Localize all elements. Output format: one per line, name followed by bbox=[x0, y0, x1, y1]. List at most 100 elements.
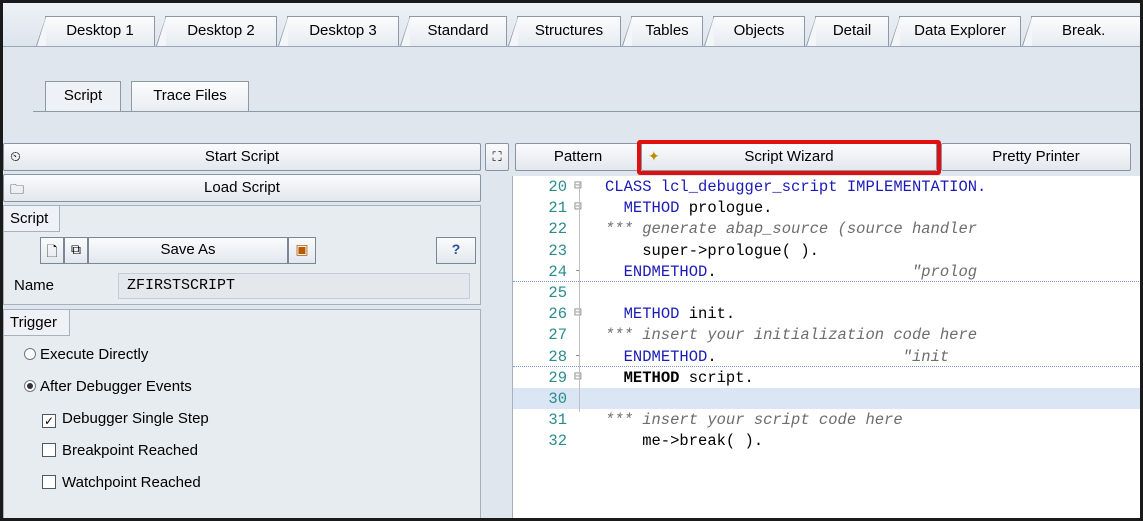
tab-data-explorer[interactable]: Data Explorer bbox=[890, 16, 1021, 46]
tab-detail[interactable]: Detail bbox=[806, 16, 889, 46]
code-line[interactable]: 27 *** insert your initialization code he… bbox=[513, 324, 1140, 345]
tab-objects[interactable]: Objects bbox=[704, 16, 805, 46]
code-line[interactable]: 29 ⊟ METHOD script. bbox=[513, 367, 1140, 388]
code-line[interactable]: 32 me->break( ). bbox=[513, 430, 1140, 451]
line-number: 30 bbox=[548, 390, 567, 408]
code-token: ENDMETHOD bbox=[623, 262, 708, 281]
tab-structures[interactable]: Structures bbox=[508, 16, 621, 46]
code-token: prologue. bbox=[679, 199, 773, 218]
debugger-window: Desktop 1 Desktop 2 Desktop 3 Standard S… bbox=[0, 0, 1143, 521]
copy-icon: ⧉ bbox=[71, 241, 81, 257]
trigger-group-title: Trigger bbox=[4, 310, 70, 336]
code-text: *** insert your initialization code here bbox=[605, 326, 977, 344]
code-text: METHOD init. bbox=[605, 305, 736, 324]
watchpoint-reached-checkbox[interactable]: Watchpoint Reached bbox=[42, 474, 201, 491]
trigger-group: Trigger Execute Directly After Debugger … bbox=[3, 309, 481, 518]
fold-guide bbox=[579, 182, 580, 412]
save-as-button[interactable]: Save As bbox=[88, 237, 288, 264]
checkbox-unchecked bbox=[42, 475, 56, 489]
tab-breakpoints[interactable]: Break. bbox=[1022, 16, 1140, 46]
new-script-button[interactable]: 🗋 bbox=[40, 237, 64, 264]
code-text: me->break( ). bbox=[605, 432, 763, 450]
line-number: 25 bbox=[548, 284, 567, 302]
tab-script[interactable]: Script bbox=[45, 81, 121, 112]
start-script-label: Start Script bbox=[204, 148, 280, 165]
code-line[interactable]: 20 ⊟ CLASS lcl_debugger_script IMPLEMENTAT… bbox=[513, 176, 1140, 197]
tab-standard[interactable]: Standard bbox=[400, 16, 507, 46]
fold-marker-icon[interactable]: - bbox=[574, 263, 594, 278]
line-number: 28 bbox=[548, 347, 567, 366]
fold-marker-icon[interactable]: ⊟ bbox=[574, 305, 594, 320]
code-token: METHOD bbox=[623, 199, 680, 218]
code-line[interactable]: 24- ENDMETHOD. "prolog bbox=[513, 261, 1140, 282]
code-text: METHOD prologue. bbox=[605, 199, 773, 218]
code-editor[interactable]: 20 ⊟ CLASS lcl_debugger_script IMPLEMENTAT… bbox=[512, 176, 1140, 518]
expand-button[interactable]: ⛶ bbox=[485, 143, 509, 171]
code-text: METHOD script. bbox=[605, 369, 754, 387]
folder-icon: 🗀 bbox=[10, 181, 24, 197]
clock-icon: ⏲ bbox=[10, 148, 21, 164]
checkbox-unchecked bbox=[42, 443, 56, 457]
load-script-button[interactable]: 🗀 Load Script bbox=[3, 174, 481, 202]
code-text: ENDMETHOD. "init bbox=[605, 347, 950, 366]
line-number: 26 bbox=[548, 305, 567, 324]
after-debugger-events-label: After Debugger Events bbox=[40, 378, 192, 395]
copy-script-button[interactable]: ⧉ bbox=[64, 237, 88, 264]
code-token: script. bbox=[679, 368, 754, 387]
breakpoint-reached-checkbox[interactable]: Breakpoint Reached bbox=[42, 442, 198, 459]
code-line[interactable]: 31 *** insert your script code here bbox=[513, 409, 1140, 430]
script-name-field[interactable]: ZFIRSTSCRIPT bbox=[118, 273, 470, 299]
code-token: ENDMETHOD bbox=[623, 347, 708, 366]
pattern-label: Pattern bbox=[553, 148, 603, 165]
watchpoint-reached-label: Watchpoint Reached bbox=[62, 474, 201, 491]
debugger-single-step-checkbox[interactable]: ✓ Debugger Single Step bbox=[42, 410, 209, 428]
execute-directly-radio[interactable]: Execute Directly bbox=[24, 346, 148, 363]
tab-desktop-1[interactable]: Desktop 1 bbox=[36, 16, 155, 46]
code-line[interactable]: 23 super->prologue( ). bbox=[513, 240, 1140, 261]
after-debugger-events-radio[interactable]: After Debugger Events bbox=[24, 378, 192, 395]
fold-marker-icon[interactable]: ⊟ bbox=[574, 369, 594, 384]
line-number: 32 bbox=[548, 432, 567, 451]
code-token: init. bbox=[679, 305, 736, 324]
fold-marker-icon[interactable]: ⊟ bbox=[574, 199, 594, 214]
script-group-title: Script bbox=[4, 206, 60, 232]
load-script-label: Load Script bbox=[204, 179, 280, 196]
pattern-button[interactable]: Pattern bbox=[515, 143, 641, 171]
line-number: 27 bbox=[548, 326, 567, 345]
execute-directly-label: Execute Directly bbox=[40, 346, 149, 363]
code-token: . bbox=[707, 347, 903, 366]
code-token: CLASS lcl_debugger_script IMPLEMENTATION… bbox=[605, 178, 987, 196]
code-line[interactable]: 26 ⊟ METHOD init. bbox=[513, 303, 1140, 324]
tab-trace-files[interactable]: Trace Files bbox=[131, 81, 249, 111]
debugger-single-step-label: Debugger Single Step bbox=[62, 410, 209, 427]
fold-marker-icon[interactable]: ⊟ bbox=[574, 178, 594, 193]
code-line[interactable]: 28- ENDMETHOD. "init bbox=[513, 346, 1140, 367]
line-number: 20 bbox=[548, 178, 567, 196]
tab-desktop-2[interactable]: Desktop 2 bbox=[156, 16, 277, 46]
save-button[interactable]: ▣ bbox=[288, 237, 316, 264]
subtab-divider bbox=[33, 111, 1140, 112]
line-number: 24 bbox=[548, 262, 567, 281]
new-document-icon: 🗋 bbox=[46, 243, 58, 259]
tab-tables[interactable]: Tables bbox=[622, 16, 703, 46]
breakpoint-reached-label: Breakpoint Reached bbox=[62, 442, 198, 459]
line-number: 31 bbox=[548, 411, 567, 430]
fold-marker-icon[interactable]: - bbox=[574, 348, 594, 363]
highlight-box bbox=[637, 140, 941, 175]
script-group: Script 🗋 ⧉ Save As ▣ ? Name ZFIRSTSCRIPT bbox=[3, 205, 481, 305]
code-line[interactable]: 25 bbox=[513, 282, 1140, 303]
desktop-tab-bar: Desktop 1 Desktop 2 Desktop 3 Standard S… bbox=[3, 3, 1140, 47]
tab-desktop-3[interactable]: Desktop 3 bbox=[278, 16, 399, 46]
start-script-button[interactable]: ⏲ Start Script bbox=[3, 143, 481, 171]
pretty-printer-button[interactable]: Pretty Printer bbox=[941, 143, 1131, 171]
code-token: *** generate abap_source (source handler bbox=[605, 220, 978, 239]
code-line[interactable]: 21 ⊟ METHOD prologue. bbox=[513, 197, 1140, 218]
help-button[interactable]: ? bbox=[436, 237, 476, 264]
tree-icon: ⛶ bbox=[492, 149, 502, 164]
code-line[interactable]: 30 bbox=[513, 388, 1140, 409]
pretty-printer-label: Pretty Printer bbox=[992, 148, 1080, 165]
code-line[interactable]: 22 *** generate abap_source (source handl… bbox=[513, 218, 1140, 239]
